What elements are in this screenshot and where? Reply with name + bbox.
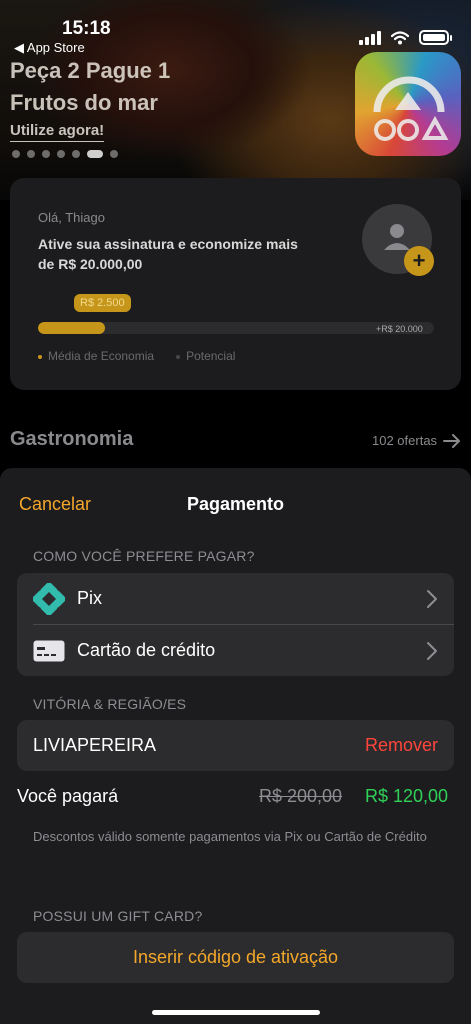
carousel-dot[interactable]: [27, 150, 35, 158]
add-photo-button[interactable]: +: [404, 246, 434, 276]
payment-methods-list: Pix Cartão de crédito: [17, 573, 454, 676]
payment-methods-label: COMO VOCÊ PREFERE PAGAR?: [33, 548, 255, 564]
promo-cta-link[interactable]: Utilize agora!: [10, 122, 105, 142]
legend-average: Média de Economia: [38, 349, 154, 363]
progress-fill: [38, 322, 106, 334]
pix-icon: [33, 582, 65, 615]
carousel-dot[interactable]: [42, 150, 50, 158]
progress-legend: Média de Economia Potencial: [38, 349, 235, 363]
cancel-button[interactable]: Cancelar: [19, 494, 91, 515]
payment-method-pix[interactable]: Pix: [17, 573, 454, 624]
battery-icon: [419, 30, 452, 45]
wifi-icon: [391, 30, 409, 44]
status-bar: 15:18 ◀ App Store: [0, 0, 471, 58]
offers-count: 102 ofertas: [372, 433, 438, 448]
savings-progress-bar: [38, 322, 434, 334]
coupon-region-label: VITÓRIA & REGIÃO/ES: [33, 696, 187, 712]
carousel-dot-active[interactable]: [87, 150, 103, 158]
carousel-dots[interactable]: [12, 150, 118, 158]
arrow-right-icon: [443, 433, 461, 448]
user-icon: [384, 224, 410, 250]
brand-logo: [355, 52, 461, 156]
discount-note: Descontos válido somente pagamentos via …: [33, 829, 427, 844]
cellular-signal-icon: [359, 30, 381, 45]
savings-card[interactable]: Olá, Thiago Ative sua assinatura e econo…: [10, 178, 461, 390]
progress-max-label: +R$ 20.000: [376, 324, 423, 334]
discounted-price: R$ 120,00: [365, 786, 449, 806]
promo-title: Peça 2 Pague 1: [10, 58, 171, 83]
progress-value-tooltip: R$ 2.500: [74, 294, 131, 312]
insert-activation-code-button[interactable]: Inserir código de ativação: [17, 932, 454, 983]
status-icons: [359, 30, 452, 45]
carousel-dot[interactable]: [110, 150, 118, 158]
credit-card-icon: [33, 640, 65, 661]
subscription-headline: Ative sua assinatura e economize mais de…: [38, 236, 298, 272]
section-see-all[interactable]: 102 ofertas: [372, 433, 461, 448]
legend-potential: Potencial: [176, 349, 235, 363]
payment-method-credit-card[interactable]: Cartão de crédito: [17, 625, 454, 676]
original-price: R$ 200,00: [259, 786, 343, 806]
total-label: Você pagará: [17, 786, 119, 806]
payment-method-label: Cartão de crédito: [77, 640, 216, 660]
greeting-text: Olá, Thiago: [38, 210, 105, 225]
home-indicator[interactable]: [152, 1010, 320, 1015]
back-to-app-store[interactable]: ◀ App Store: [14, 40, 85, 56]
carousel-dot[interactable]: [12, 150, 20, 158]
section-title: Gastronomia: [10, 428, 134, 450]
carousel-dot[interactable]: [72, 150, 80, 158]
carousel-dot[interactable]: [57, 150, 65, 158]
chevron-right-icon: [427, 642, 437, 660]
payment-method-label: Pix: [77, 588, 103, 608]
gift-card-label: POSSUI UM GIFT CARD?: [33, 908, 203, 924]
coupon-code: LIVIAPEREIRA: [33, 735, 157, 755]
coupon-row: LIVIAPEREIRA Remover: [17, 720, 454, 771]
payment-sheet: Pagamento Cancelar COMO VOCÊ PREFERE PAG…: [0, 468, 471, 1024]
remove-coupon-button[interactable]: Remover: [365, 735, 438, 756]
status-time: 15:18: [62, 18, 111, 39]
chevron-right-icon: [427, 590, 437, 608]
promo-subtitle: Frutos do mar: [10, 90, 158, 115]
